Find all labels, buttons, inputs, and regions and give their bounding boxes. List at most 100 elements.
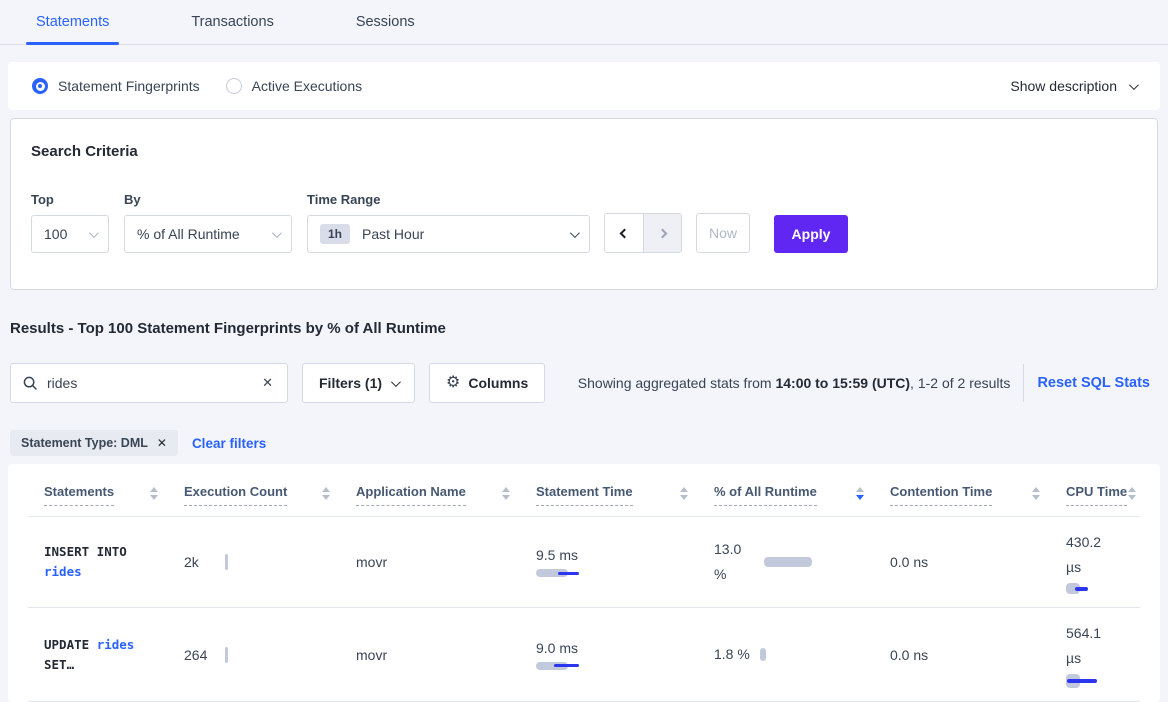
runtime-pct-bar xyxy=(764,557,812,567)
column-header-of-all-runtime[interactable]: % of All Runtime xyxy=(714,484,890,516)
sort-desc-arrow-icon xyxy=(680,495,688,500)
statement-time-cell: 9.0 ms xyxy=(536,640,714,670)
sort-asc-arrow-icon xyxy=(502,487,510,492)
sort-asc-arrow-icon xyxy=(1032,487,1040,492)
table-row[interactable]: UPDATE ridesSET…264movr9.0 ms1.8 %0.0 ns… xyxy=(28,608,1140,702)
column-header-label: Statement Time xyxy=(536,484,633,506)
column-header-statement-time[interactable]: Statement Time xyxy=(536,484,714,516)
sort-icon[interactable] xyxy=(150,487,158,500)
top-label: Top xyxy=(31,192,109,207)
chevron-down-icon xyxy=(1129,80,1139,90)
top-select[interactable]: 100 xyxy=(31,215,109,253)
active-filters-row: Statement Type: DML ✕ Clear filters xyxy=(10,430,1158,456)
statement-line: rides xyxy=(44,562,184,582)
search-input[interactable] xyxy=(47,375,260,391)
clear-filters-link[interactable]: Clear filters xyxy=(192,436,266,451)
cpu-time-cell: 564.1 µs xyxy=(1066,621,1140,688)
filters-button[interactable]: Filters (1) xyxy=(302,363,415,403)
bar-stddev xyxy=(554,664,579,667)
statement-text: UPDATE xyxy=(44,637,97,652)
show-description-label: Show description xyxy=(1010,78,1117,94)
chevron-left-icon xyxy=(619,228,629,238)
sort-icon[interactable] xyxy=(322,487,330,500)
apply-button[interactable]: Apply xyxy=(774,215,848,253)
application-name-cell: movr xyxy=(356,554,536,570)
bar-stddev xyxy=(1075,587,1088,591)
time-range-value: Past Hour xyxy=(362,226,424,242)
now-button[interactable]: Now xyxy=(696,213,750,253)
sort-icon[interactable] xyxy=(1128,487,1136,500)
previous-time-button[interactable] xyxy=(605,214,643,252)
radio-unselected-icon xyxy=(226,78,242,94)
execution-count-cell: 2k xyxy=(184,554,356,570)
statement-cell: INSERT INTO rides xyxy=(28,542,184,582)
column-header-statements[interactable]: Statements xyxy=(28,484,184,516)
results-heading: Results - Top 100 Statement Fingerprints… xyxy=(10,320,1158,337)
chevron-down-icon xyxy=(89,228,99,238)
sort-icon[interactable] xyxy=(680,487,688,500)
time-nav-group xyxy=(604,213,682,253)
chevron-down-icon xyxy=(391,377,401,387)
columns-button[interactable]: ⚙ Columns xyxy=(429,363,545,403)
divider xyxy=(1023,364,1024,402)
gear-icon: ⚙ xyxy=(446,375,460,391)
execution-count-bar xyxy=(225,554,228,570)
execution-count-cell: 264 xyxy=(184,647,356,663)
column-header-application-name[interactable]: Application Name xyxy=(356,484,536,516)
column-header-execution-count[interactable]: Execution Count xyxy=(184,484,356,516)
table-row[interactable]: INSERT INTOrides2kmovr9.5 ms13.0 %0.0 ns… xyxy=(28,517,1140,608)
search-criteria-title: Search Criteria xyxy=(31,143,1137,160)
by-select-value: % of All Runtime xyxy=(137,226,240,242)
column-header-label: Execution Count xyxy=(184,484,287,506)
remove-filter-icon[interactable]: ✕ xyxy=(157,436,167,450)
next-time-button[interactable] xyxy=(643,214,681,252)
radio-statement-fingerprints[interactable]: Statement Fingerprints xyxy=(32,78,200,94)
filter-chip-statement-type[interactable]: Statement Type: DML ✕ xyxy=(10,430,178,456)
runtime-pct-cell: 1.8 % xyxy=(714,642,890,667)
sort-asc-arrow-icon xyxy=(680,487,688,492)
statement-link[interactable]: rides xyxy=(97,637,135,652)
bar-stddev xyxy=(558,572,579,575)
tab-statements[interactable]: Statements xyxy=(26,0,119,44)
execution-count-value: 264 xyxy=(184,647,225,663)
results-controls: ✕ Filters (1) ⚙ Columns Showing aggregat… xyxy=(10,363,1158,403)
sort-icon[interactable] xyxy=(502,487,510,500)
chevron-right-icon xyxy=(658,228,668,238)
sort-desc-arrow-icon xyxy=(856,495,864,500)
statement-time-value: 9.0 ms xyxy=(536,640,578,656)
show-description-toggle[interactable]: Show description xyxy=(1010,78,1136,94)
statement-line: INSERT INTO xyxy=(44,542,184,562)
radio-active-executions[interactable]: Active Executions xyxy=(226,78,363,94)
search-criteria-panel: Search Criteria Top 100 By % of All Runt… xyxy=(10,118,1158,290)
top-select-value: 100 xyxy=(44,226,67,242)
column-header-contention-time[interactable]: Contention Time xyxy=(890,484,1066,516)
sort-desc-arrow-icon xyxy=(322,495,330,500)
tab-sessions[interactable]: Sessions xyxy=(346,0,425,44)
by-select[interactable]: % of All Runtime xyxy=(124,215,292,253)
sort-asc-arrow-icon xyxy=(150,487,158,492)
cpu-time-cell: 430.2 µs xyxy=(1066,530,1140,594)
sort-asc-arrow-icon xyxy=(856,487,864,492)
sort-asc-arrow-icon xyxy=(322,487,330,492)
statement-line: SET… xyxy=(44,655,184,675)
clear-search-icon[interactable]: ✕ xyxy=(260,375,275,391)
radio-label: Statement Fingerprints xyxy=(58,78,200,94)
runtime-pct-value: 1.8 % xyxy=(714,642,750,667)
sort-icon[interactable] xyxy=(1032,487,1040,500)
cpu-time-bar xyxy=(1066,583,1088,594)
reset-sql-stats-link[interactable]: Reset SQL Stats xyxy=(1037,375,1150,391)
time-range-badge: 1h xyxy=(320,224,350,244)
statement-time-bar xyxy=(536,662,579,670)
contention-time-cell: 0.0 ns xyxy=(890,647,1066,663)
columns-button-label: Columns xyxy=(468,375,528,391)
time-range-select[interactable]: 1h Past Hour xyxy=(307,215,590,253)
sort-desc-arrow-icon xyxy=(1128,495,1136,500)
column-header-cpu-time[interactable]: CPU Time xyxy=(1066,484,1140,516)
statement-time-value: 9.5 ms xyxy=(536,547,578,563)
search-box: ✕ xyxy=(10,363,288,403)
sort-icon[interactable] xyxy=(856,487,864,500)
execution-count-value: 2k xyxy=(184,554,225,570)
sort-desc-arrow-icon xyxy=(150,495,158,500)
statement-link[interactable]: rides xyxy=(44,564,82,579)
tab-transactions[interactable]: Transactions xyxy=(181,0,283,44)
